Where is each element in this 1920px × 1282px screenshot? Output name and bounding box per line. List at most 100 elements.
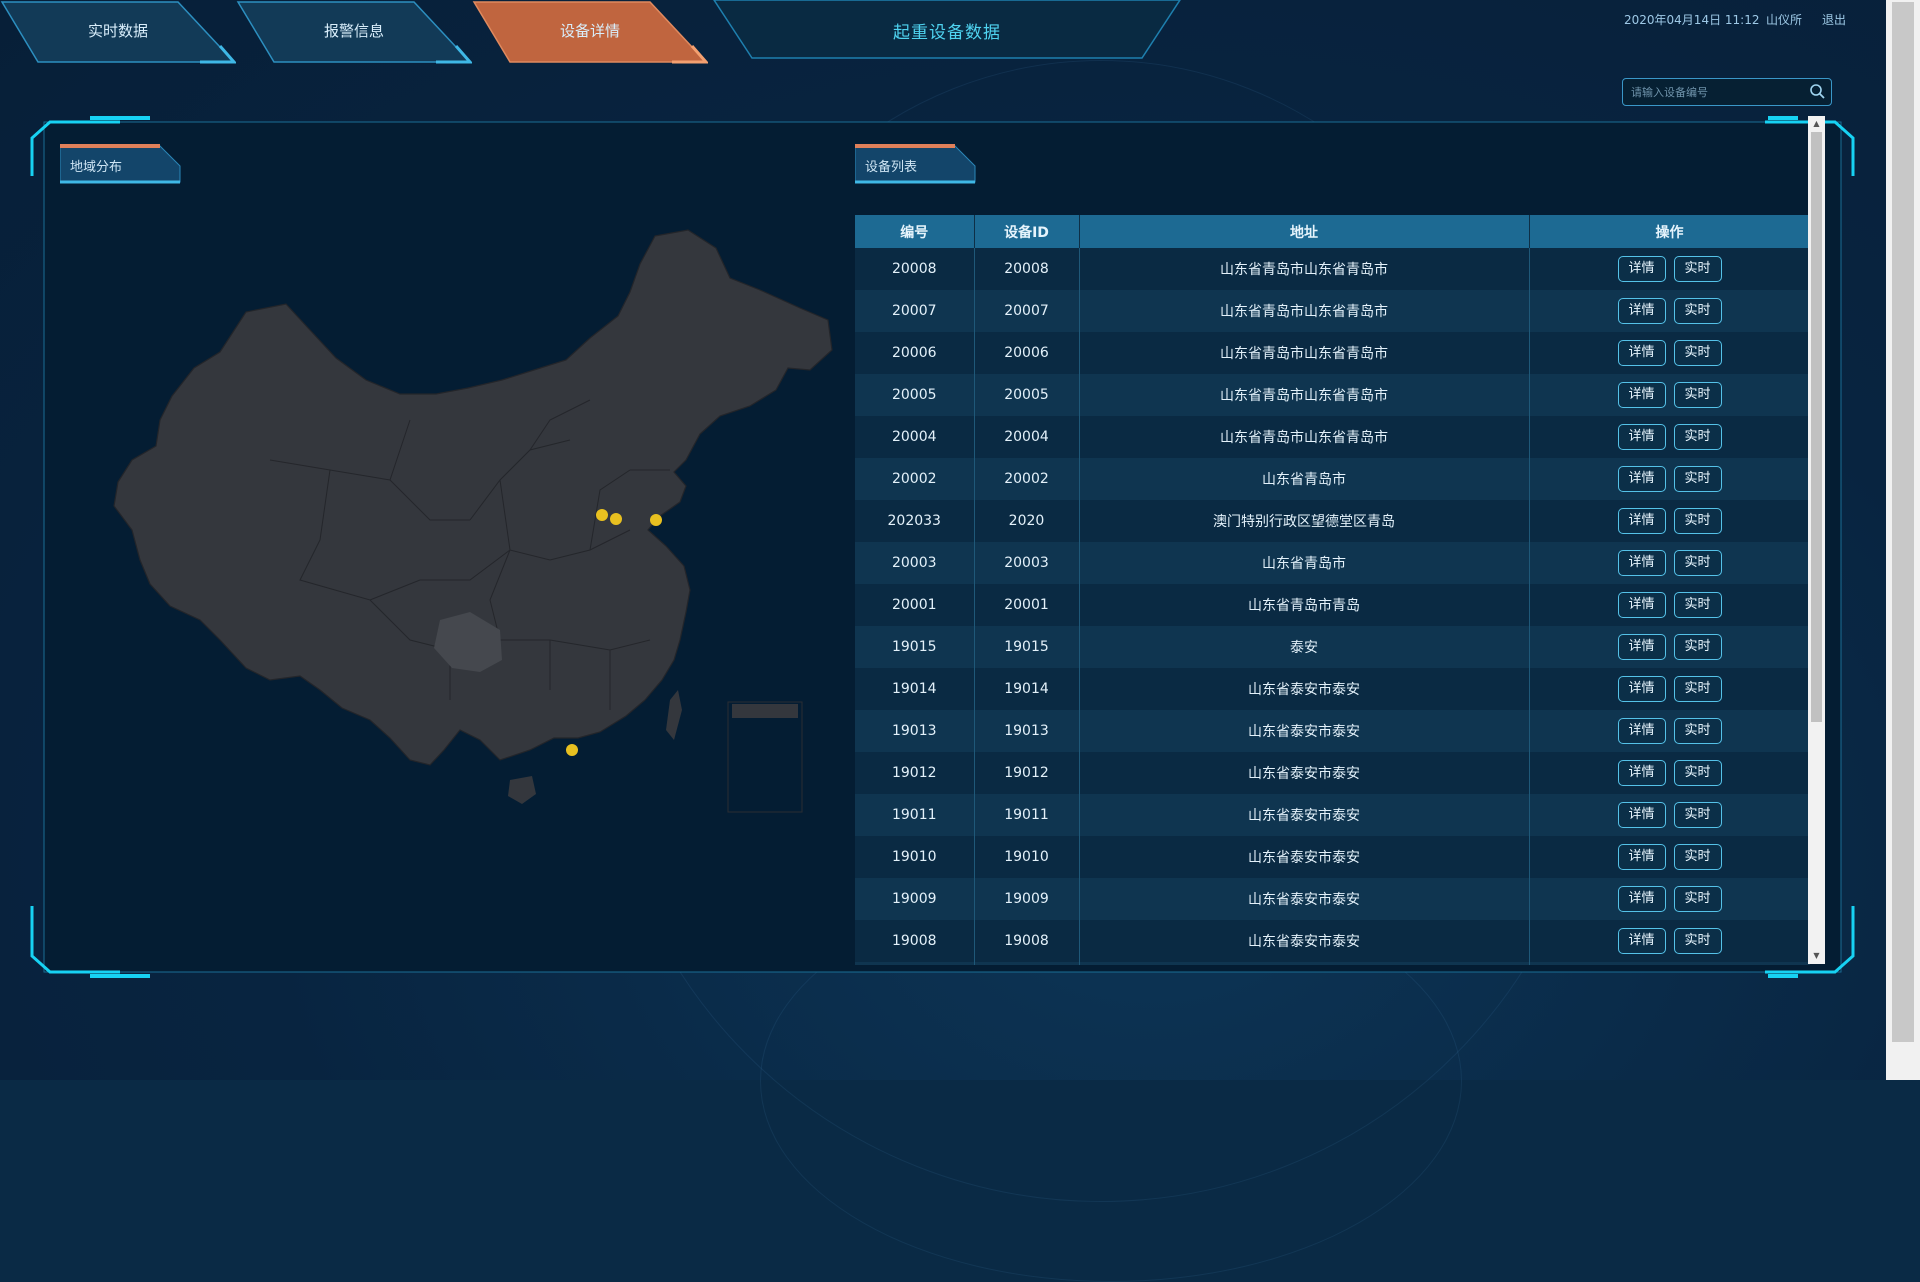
detail-button[interactable]: 详情	[1617, 760, 1666, 786]
detail-button[interactable]: 详情	[1617, 424, 1666, 450]
table-row: 202033 2020 澳门特别行政区望德堂区青岛 详情 实时	[855, 500, 1810, 542]
map-marker[interactable]	[566, 744, 578, 756]
cell-actions: 详情实时	[1529, 458, 1810, 500]
realtime-button[interactable]: 实时	[1673, 382, 1722, 408]
detail-button[interactable]: 详情	[1617, 718, 1666, 744]
china-map[interactable]	[70, 220, 840, 820]
realtime-button[interactable]: 实时	[1673, 508, 1722, 534]
page-scrollbar-thumb[interactable]	[1892, 2, 1914, 1042]
map-marker[interactable]	[596, 509, 608, 521]
cell-address: 山东省青岛市山东省青岛市	[1079, 290, 1530, 332]
cell-address: 山东省青岛市山东省青岛市	[1079, 416, 1530, 458]
detail-button[interactable]: 详情	[1617, 886, 1666, 912]
cell-address: 山东省青岛市山东省青岛市	[1079, 374, 1530, 416]
detail-button[interactable]: 详情	[1617, 256, 1666, 282]
cell-actions: 详情实时	[1529, 626, 1810, 668]
map-marker[interactable]	[610, 513, 622, 525]
cell-actions: 详情实时	[1529, 374, 1810, 416]
realtime-button[interactable]: 实时	[1673, 718, 1722, 744]
table-row: 19012 19012 山东省泰安市泰安 详情 实时	[855, 752, 1810, 794]
detail-button[interactable]: 详情	[1617, 382, 1666, 408]
cell-device-id: 20005	[974, 374, 1080, 416]
realtime-button[interactable]: 实时	[1673, 298, 1722, 324]
cell-device-id: 19015	[974, 626, 1080, 668]
table-row: 20003 20003 山东省青岛市 详情 实时	[855, 542, 1810, 584]
realtime-button[interactable]: 实时	[1673, 340, 1722, 366]
realtime-button[interactable]: 实时	[1673, 886, 1722, 912]
cell-number: 20004	[855, 416, 975, 458]
table-scrollbar[interactable]: ▲ ▼	[1808, 116, 1825, 964]
realtime-button[interactable]: 实时	[1673, 256, 1722, 282]
cell-address: 山东省泰安市泰安	[1079, 920, 1530, 962]
cell-number: 19012	[855, 752, 975, 794]
realtime-button[interactable]: 实时	[1673, 466, 1722, 492]
realtime-button[interactable]: 实时	[1673, 928, 1722, 954]
search-input[interactable]	[1629, 82, 1803, 102]
cell-address: 山东省青岛市山东省青岛市	[1079, 248, 1530, 290]
dashboard-background: 实时数据 报警信息 设备详情 起重设备数据 2020年04月14日 11:12 …	[0, 0, 1920, 1282]
realtime-button[interactable]: 实时	[1673, 844, 1722, 870]
cell-device-id: 2020	[974, 500, 1080, 542]
cell-address: 山东省青岛市山东省青岛市	[1079, 332, 1530, 374]
table-row: 19010 19010 山东省泰安市泰安 详情 实时	[855, 836, 1810, 878]
detail-button[interactable]: 详情	[1617, 844, 1666, 870]
cell-device-id: 19008	[974, 920, 1080, 962]
cell-device-id: 20006	[974, 332, 1080, 374]
cell-number: 19014	[855, 668, 975, 710]
user-name[interactable]: 山仪所	[1766, 11, 1802, 28]
detail-button[interactable]: 详情	[1617, 340, 1666, 366]
scroll-down-icon[interactable]: ▼	[1808, 948, 1825, 964]
detail-button[interactable]: 详情	[1617, 592, 1666, 618]
device-search[interactable]	[1622, 78, 1832, 106]
cell-actions: 详情实时	[1529, 584, 1810, 626]
cell-actions: 详情实时	[1529, 920, 1810, 962]
detail-button[interactable]: 详情	[1617, 466, 1666, 492]
detail-button[interactable]: 详情	[1617, 676, 1666, 702]
map-marker[interactable]	[650, 514, 662, 526]
scroll-up-icon[interactable]: ▲	[1808, 116, 1825, 132]
device-table-container[interactable]: 编号 设备ID 地址 操作 20008 20008 山东省青岛市山东省青岛市 详情 实时…	[855, 215, 1810, 965]
tab-realtime-data[interactable]: 实时数据	[0, 0, 236, 64]
cell-address: 山东省泰安市泰安	[1079, 710, 1530, 752]
detail-button[interactable]: 详情	[1617, 508, 1666, 534]
hainan-shape[interactable]	[508, 776, 536, 804]
detail-button[interactable]: 详情	[1617, 802, 1666, 828]
realtime-button[interactable]: 实时	[1673, 634, 1722, 660]
table-row: 1900719007山东省泰安市泰安详情实时	[855, 962, 1810, 965]
table-row: 20002 20002 山东省青岛市 详情 实时	[855, 458, 1810, 500]
cell-number: 19008	[855, 920, 975, 962]
column-header: 编号	[855, 215, 975, 248]
detail-button[interactable]: 详情	[1617, 550, 1666, 576]
cell-device-id: 19014	[974, 668, 1080, 710]
table-row: 19013 19013 山东省泰安市泰安 详情 实时	[855, 710, 1810, 752]
cell-number: 20002	[855, 458, 975, 500]
cell-device-id: 19011	[974, 794, 1080, 836]
logout-link[interactable]: 退出	[1822, 11, 1846, 28]
detail-button[interactable]: 详情	[1617, 634, 1666, 660]
table-row: 19009 19009 山东省泰安市泰安 详情 实时	[855, 878, 1810, 920]
detail-button[interactable]: 详情	[1617, 298, 1666, 324]
search-icon[interactable]	[1809, 83, 1825, 99]
cell-actions: 详情实时	[1529, 248, 1810, 290]
detail-button[interactable]: 详情	[1617, 928, 1666, 954]
realtime-button[interactable]: 实时	[1673, 592, 1722, 618]
cell-number: 20005	[855, 374, 975, 416]
tab-device-detail[interactable]: 设备详情	[472, 0, 708, 64]
cell-number: 20001	[855, 584, 975, 626]
taiwan-shape[interactable]	[666, 690, 682, 740]
realtime-button[interactable]: 实时	[1673, 676, 1722, 702]
realtime-button[interactable]: 实时	[1673, 802, 1722, 828]
realtime-button[interactable]: 实时	[1673, 424, 1722, 450]
table-row: 20004 20004 山东省青岛市山东省青岛市 详情 实时	[855, 416, 1810, 458]
cell-device-id: 20004	[974, 416, 1080, 458]
cell-address: 澳门特别行政区望德堂区青岛	[1079, 500, 1530, 542]
realtime-button[interactable]: 实时	[1673, 550, 1722, 576]
tab-alarm-info[interactable]: 报警信息	[236, 0, 472, 64]
cell-address: 山东省泰安市泰安	[1079, 962, 1530, 965]
cell-actions: 详情实时	[1529, 710, 1810, 752]
scrollbar-thumb[interactable]	[1811, 132, 1822, 722]
page-scrollbar[interactable]	[1886, 0, 1920, 1080]
china-mainland-shape[interactable]	[113, 229, 833, 766]
table-row: 20007 20007 山东省青岛市山东省青岛市 详情 实时	[855, 290, 1810, 332]
realtime-button[interactable]: 实时	[1673, 760, 1722, 786]
